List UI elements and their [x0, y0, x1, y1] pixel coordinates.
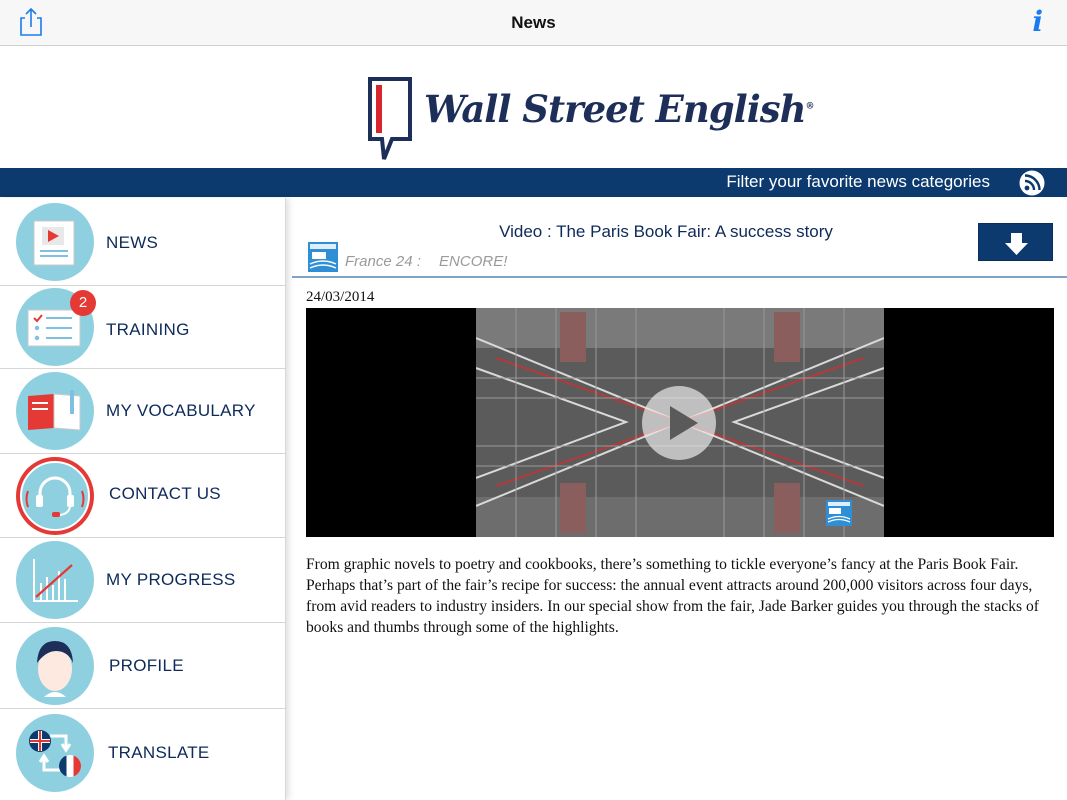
source-name: France 24 : [345, 253, 421, 270]
article-pane: Video : The Paris Book Fair: A success s… [292, 198, 1067, 800]
article-body: From graphic novels to poetry and cookbo… [306, 556, 1039, 636]
article-title: Video : The Paris Book Fair: A success s… [499, 222, 833, 241]
sidebar-item-training[interactable]: 2 TRAINING [0, 286, 286, 369]
brand-wordmark: Wall Street English® [424, 87, 814, 131]
news-video-icon [16, 203, 94, 281]
sidebar-item-label: PROFILE [109, 656, 184, 675]
program-name: ENCORE! [439, 253, 508, 270]
sidebar-item-label: TRANSLATE [108, 743, 210, 762]
profile-avatar-icon [16, 627, 94, 705]
article-source: France 24 : ENCORE! [345, 253, 507, 270]
filter-categories-bar[interactable]: Filter your favorite news categories [0, 168, 1067, 197]
filter-label: Filter your favorite news categories [726, 172, 990, 191]
sidebar-item-label: TRAINING [106, 320, 190, 339]
progress-chart-icon [16, 541, 94, 619]
sidebar-item-label: NEWS [106, 233, 159, 252]
sidebar-item-news[interactable]: NEWS [0, 198, 286, 286]
sidebar-item-translate[interactable]: TRANSLATE [0, 709, 286, 800]
vocabulary-book-icon [16, 372, 94, 450]
rss-icon [1019, 170, 1045, 196]
page-title: News [511, 13, 556, 32]
sidebar-item-label: MY PROGRESS [106, 570, 236, 589]
france24-watermark-icon [826, 500, 852, 526]
speech-bubble-logo-icon [368, 77, 412, 160]
sidebar-item-contact-us[interactable]: CONTACT US [0, 454, 286, 538]
download-button[interactable] [978, 223, 1053, 261]
headset-icon [16, 457, 94, 535]
article-header: Video : The Paris Book Fair: A success s… [292, 198, 1067, 278]
article-date: 24/03/2014 [306, 289, 375, 305]
video-player[interactable] [306, 308, 1054, 537]
play-icon[interactable] [642, 386, 716, 460]
sidebar-item-label: CONTACT US [109, 484, 221, 503]
sidebar-item-my-progress[interactable]: MY PROGRESS [0, 538, 286, 623]
brand-header: Wall Street English® [0, 47, 1067, 168]
sidebar-item-my-vocabulary[interactable]: MY VOCABULARY [0, 369, 286, 454]
sidebar-menu: NEWS 2 TRAINING MY VOCABULARY CONTACT US… [0, 198, 286, 800]
sidebar-item-profile[interactable]: PROFILE [0, 623, 286, 709]
france24-logo-icon [308, 242, 338, 272]
notification-badge: 2 [70, 290, 96, 316]
info-icon[interactable]: i [1032, 5, 1043, 38]
sidebar-item-label: MY VOCABULARY [106, 401, 256, 420]
translate-flags-icon [16, 714, 94, 792]
download-arrow-icon [1005, 233, 1028, 255]
navigation-bar: News i [0, 0, 1067, 46]
